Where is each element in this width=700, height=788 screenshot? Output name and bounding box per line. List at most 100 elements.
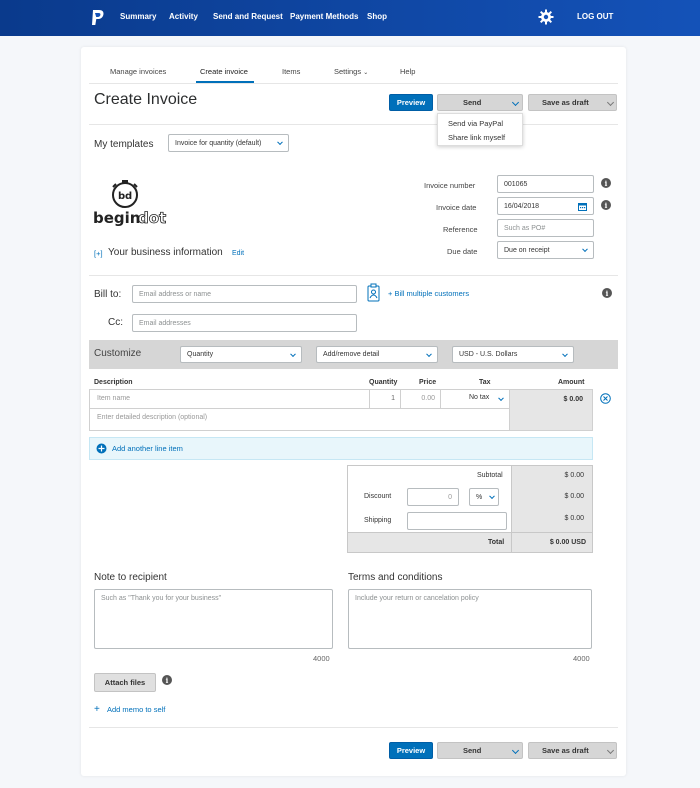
send-dropdown-menu: Send via PayPal Share link myself [437, 113, 523, 146]
invoice-date-label: Invoice date [436, 203, 477, 212]
tabs-divider [89, 83, 618, 84]
note-to-recipient-textarea[interactable]: Such as "Thank you for your business" [94, 589, 333, 649]
send-button[interactable]: Send [437, 94, 523, 111]
bill-to-field[interactable]: Email address or name [132, 285, 357, 303]
discount-label: Discount [364, 493, 392, 500]
reference-field[interactable]: Such as PO# [497, 219, 594, 237]
discount-input[interactable]: 0 [407, 488, 459, 506]
page-title: Create Invoice [94, 91, 198, 108]
template-select-value: Invoice for quantity (default) [175, 139, 262, 147]
item-description-input[interactable]: Enter detailed description (optional) [89, 408, 510, 431]
logout-link[interactable]: LOG OUT [577, 12, 613, 21]
currency-select-value: USD - U.S. Dollars [459, 351, 518, 358]
chevron-down-icon: ⌄ [363, 70, 369, 76]
subtotal-value: $ 0.00 [564, 472, 584, 479]
due-date-select[interactable]: Due on receipt [497, 241, 594, 259]
footer-send-button[interactable]: Send [437, 742, 523, 759]
add-line-item-row[interactable]: Add another line item [89, 437, 593, 460]
svg-text:d: d [125, 191, 132, 202]
nav-shop[interactable]: Shop [367, 12, 387, 21]
column-header-description: Description [94, 379, 133, 386]
discount-unit-select[interactable]: % [469, 488, 499, 506]
amount-cell: $ 0.00 [509, 389, 593, 431]
tab-items[interactable]: Items [282, 67, 300, 76]
cc-label: Cc: [108, 317, 123, 328]
currency-select[interactable]: USD - U.S. Dollars [452, 346, 574, 363]
nav-activity[interactable]: Activity [169, 12, 198, 21]
terms-textarea[interactable]: Include your return or cancelation polic… [348, 589, 592, 649]
shipping-label: Shipping [364, 517, 392, 524]
template-select[interactable]: Invoice for quantity (default) [168, 134, 289, 152]
item-name-placeholder: Item name [97, 395, 131, 402]
shipping-input[interactable] [407, 512, 507, 530]
menu-item-send-via-paypal[interactable]: Send via PayPal [448, 119, 503, 128]
info-icon[interactable]: i [601, 178, 611, 188]
note-char-count: 4000 [313, 654, 330, 663]
note-to-recipient-label: Note to recipient [94, 572, 167, 583]
bill-to-placeholder: Email address or name [139, 290, 211, 298]
menu-item-share-link[interactable]: Share link myself [448, 133, 505, 142]
subtotal-label: Subtotal [477, 472, 503, 479]
discount-value: $ 0.00 [564, 493, 584, 500]
calendar-icon[interactable] [578, 202, 587, 211]
remove-line-icon[interactable] [600, 393, 611, 404]
quantity-input[interactable]: 1 [369, 389, 401, 409]
info-icon[interactable]: i [162, 675, 172, 685]
add-business-info-icon[interactable]: [+] [94, 249, 103, 258]
nav-payment-methods[interactable]: Payment Methods [290, 12, 358, 21]
attach-files-button[interactable]: Attach files [94, 673, 156, 692]
contacts-icon[interactable] [367, 283, 380, 302]
customize-label: Customize [94, 348, 142, 359]
chevron-down-icon [603, 743, 617, 761]
nav-summary[interactable]: Summary [120, 12, 156, 21]
send-button-label: Send [463, 98, 482, 107]
footer-save-draft-label: Save as draft [542, 746, 589, 755]
total-value: $ 0.00 USD [549, 539, 586, 546]
column-header-tax: Tax [479, 379, 491, 386]
tax-select[interactable]: No tax [440, 389, 510, 409]
total-row-divider [511, 532, 512, 553]
tab-create-invoice[interactable]: Create invoice [200, 67, 248, 76]
chevron-down-icon [498, 395, 504, 402]
chevron-down-icon [603, 95, 617, 113]
tab-manage-invoices[interactable]: Manage invoices [110, 67, 166, 76]
invoice-number-field[interactable]: 001065 [497, 175, 594, 193]
price-value: 0.00 [421, 395, 435, 402]
quantity-select[interactable]: Quantity [180, 346, 302, 363]
edit-business-link[interactable]: Edit [232, 250, 244, 257]
business-info-label: Your business information [108, 247, 223, 258]
price-input[interactable]: 0.00 [400, 389, 441, 409]
detail-select[interactable]: Add/remove detail [316, 346, 438, 363]
add-line-item-label: Add another line item [112, 444, 183, 453]
header-divider [89, 124, 618, 125]
add-memo-plus-icon[interactable]: + [94, 704, 100, 715]
business-divider [89, 275, 618, 276]
footer-save-draft-button[interactable]: Save as draft [528, 742, 617, 759]
tab-settings[interactable]: Settings ⌄ [334, 67, 368, 76]
paypal-logo-icon[interactable] [90, 9, 106, 27]
chevron-down-icon [426, 350, 432, 357]
footer-preview-button[interactable]: Preview [389, 742, 433, 759]
bill-multiple-customers-link[interactable]: + Bill multiple customers [388, 289, 469, 298]
item-name-input[interactable]: Item name [89, 389, 370, 409]
info-icon[interactable]: i [602, 288, 612, 298]
info-icon[interactable]: i [601, 200, 611, 210]
save-draft-button[interactable]: Save as draft [528, 94, 617, 111]
preview-button[interactable]: Preview [389, 94, 433, 111]
save-draft-label: Save as draft [542, 98, 589, 107]
gear-icon[interactable] [538, 9, 554, 25]
add-memo-link[interactable]: Add memo to self [107, 705, 165, 714]
svg-text:begin: begin [93, 209, 140, 227]
detail-select-value: Add/remove detail [323, 351, 380, 358]
bill-to-label: Bill to: [94, 289, 122, 300]
column-header-price: Price [419, 379, 437, 386]
invoice-date-field[interactable]: 16/04/2018 [497, 197, 594, 215]
terms-placeholder: Include your return or cancelation polic… [355, 595, 479, 602]
tab-help[interactable]: Help [400, 67, 415, 76]
invoice-number-label: Invoice number [424, 181, 476, 190]
discount-unit-value: % [476, 493, 483, 501]
templates-label: My templates [94, 139, 154, 150]
add-circle-icon [96, 443, 107, 454]
cc-field[interactable]: Email addresses [132, 314, 357, 332]
nav-send-and-request[interactable]: Send and Request [213, 12, 283, 21]
